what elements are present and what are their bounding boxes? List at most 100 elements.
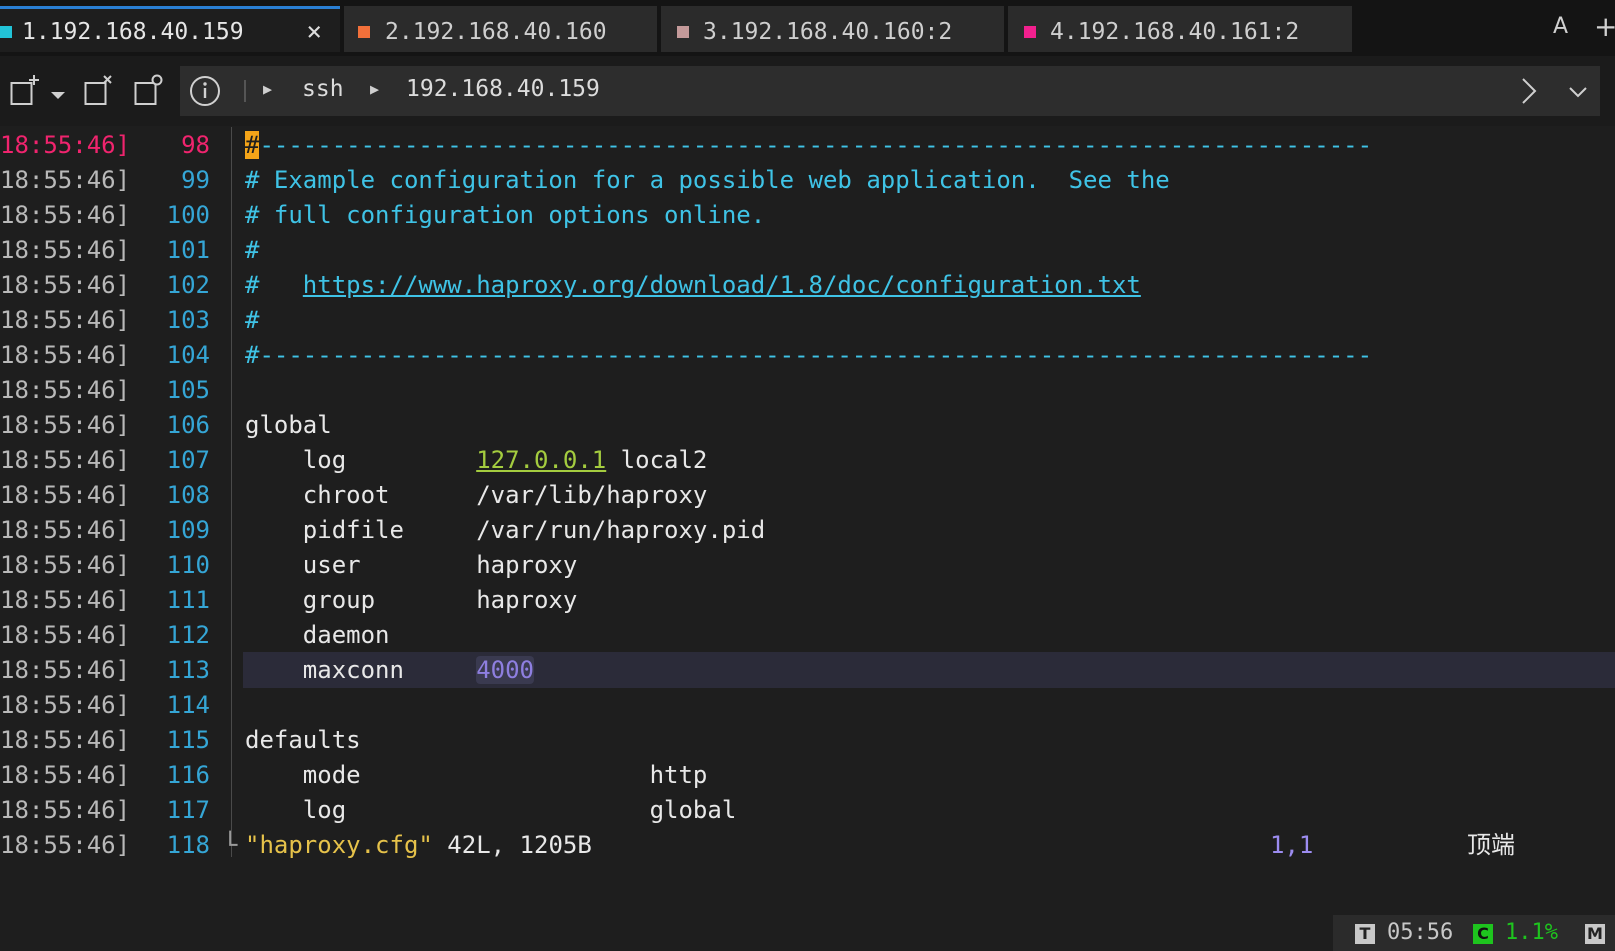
terminal-line: 18:55:46] 111 group haproxy — [0, 582, 1615, 618]
timestamp: 18:55:46] — [0, 726, 131, 754]
tab-label: 1.192.168.40.159 — [22, 19, 244, 45]
comment-text: # Example configuration for a possible w… — [245, 166, 1170, 194]
timestamp: 18:55:46] — [0, 831, 131, 859]
line-number: 103 — [166, 306, 210, 334]
text-cursor: # — [245, 131, 260, 159]
config-text: user haproxy — [245, 551, 578, 579]
tab-session-2[interactable]: 2.192.168.40.160 — [344, 6, 657, 52]
scroll-indicator: 顶端 — [1467, 831, 1515, 859]
terminal-line: 18:55:46] 108 chroot /var/lib/haproxy — [0, 477, 1615, 513]
line-number: 99 — [181, 166, 210, 194]
line-number: 104 — [166, 341, 210, 369]
close-session-icon[interactable] — [84, 74, 114, 110]
address-bar[interactable]: ▶ ssh ▶ 192.168.40.159 — [180, 66, 1600, 116]
dropdown-icon[interactable] — [50, 86, 66, 105]
close-icon[interactable]: × — [306, 9, 322, 55]
terminal-line: 18:55:46] 116 mode http — [0, 757, 1615, 793]
line-content: #---------------------------------------… — [245, 337, 1372, 373]
line-content: maxconn 4000 — [245, 652, 534, 688]
add-tab-button[interactable]: + — [1594, 10, 1615, 43]
breadcrumb-host[interactable]: 192.168.40.159 — [406, 76, 600, 102]
line-content: # full configuration options online. — [245, 197, 765, 233]
comment-text: # — [245, 271, 303, 299]
session-settings-icon[interactable] — [134, 74, 164, 110]
config-text: mode http — [245, 761, 708, 789]
line-number: 108 — [166, 481, 210, 509]
timestamp: 18:55:46] — [0, 621, 131, 649]
ip-address: 127.0.0.1 — [476, 446, 607, 474]
terminal-line: 18:55:46] 113 maxconn 4000 — [0, 652, 1615, 688]
tab-label: 2.192.168.40.160 — [385, 19, 607, 45]
terminal-line: 18:55:46] 118 └ "haproxy.cfg" 42L, 1205B 1,1… — [0, 827, 1615, 863]
line-content: defaults — [245, 722, 361, 758]
comment-text: # — [245, 306, 260, 334]
line-number: 102 — [166, 271, 210, 299]
tab-session-4[interactable]: 4.192.168.40.161:2 — [1008, 6, 1352, 52]
line-number: 114 — [166, 691, 210, 719]
tab-color-marker — [358, 26, 370, 38]
timestamp: 18:55:46] — [0, 446, 131, 474]
terminal-line: 18:55:46] 112 daemon — [0, 617, 1615, 653]
terminal-line: 18:55:46] 114 — [0, 687, 1615, 723]
status-bar: T 05:56 C 1.1% M — [1333, 915, 1615, 951]
config-text: global — [245, 411, 332, 439]
terminal-line: 18:55:46] 103 # — [0, 302, 1615, 338]
info-icon[interactable] — [189, 75, 221, 111]
tab-bar: 1.192.168.40.159 × 2.192.168.40.160 3.19… — [0, 0, 1615, 56]
line-content: # Example configuration for a possible w… — [245, 162, 1170, 198]
config-text: group haproxy — [245, 586, 578, 614]
line-content: group haproxy — [245, 582, 578, 618]
c-badge: C — [1473, 924, 1493, 944]
config-key: log — [245, 446, 477, 474]
timestamp: 18:55:46] — [0, 411, 131, 439]
timestamp: 18:55:46] — [0, 166, 131, 194]
terminal-line: 18:55:46] 117 log global — [0, 792, 1615, 828]
numeric-value: 4000 — [476, 656, 534, 684]
font-settings-button[interactable]: A — [1553, 14, 1568, 39]
breadcrumb-arrow-icon: ▶ — [263, 80, 273, 98]
timestamp: 18:55:46] — [0, 201, 131, 229]
new-tab-icon[interactable] — [10, 74, 40, 110]
config-text: defaults — [245, 726, 361, 754]
clock-text: 05:56 — [1387, 920, 1454, 945]
breadcrumb-protocol[interactable]: ssh — [302, 76, 344, 102]
chevron-down-icon[interactable] — [1568, 84, 1588, 103]
timestamp: 18:55:46] — [0, 376, 131, 404]
forward-icon[interactable] — [1520, 77, 1538, 109]
line-content: global — [245, 407, 332, 443]
url-link[interactable]: https://www.haproxy.org/download/1.8/doc… — [303, 271, 1141, 299]
config-key: maxconn — [245, 656, 477, 684]
line-number: 107 — [166, 446, 210, 474]
terminal-line: 18:55:46] 101 # — [0, 232, 1615, 268]
terminal-line: 18:55:46] 107 log 127.0.0.1 local2 — [0, 442, 1615, 478]
separator — [244, 80, 246, 102]
line-content: log global — [245, 792, 736, 828]
tab-color-marker — [1024, 26, 1036, 38]
tab-color-marker — [0, 26, 12, 38]
line-content: log 127.0.0.1 local2 — [245, 442, 708, 478]
line-number: 117 — [166, 796, 210, 824]
tab-label: 3.192.168.40.160:2 — [703, 19, 953, 45]
timestamp: 18:55:46] — [0, 306, 131, 334]
tab-color-marker — [677, 26, 689, 38]
line-content: #---------------------------------------… — [245, 127, 1372, 163]
terminal-line: 18:55:46] 106 global — [0, 407, 1615, 443]
timestamp: 18:55:46] — [0, 236, 131, 264]
terminal-line: 18:55:46] 115 defaults — [0, 722, 1615, 758]
m-badge: M — [1585, 924, 1605, 944]
line-content: # — [245, 302, 259, 338]
comment-text: #---------------------------------------… — [245, 341, 1373, 369]
terminal-output[interactable]: 18:55:46] 98 #----------------------------… — [0, 127, 1615, 889]
tab-session-3[interactable]: 3.192.168.40.160:2 — [661, 6, 1004, 52]
terminal-line: 18:55:46] 100 # full configuration options… — [0, 197, 1615, 233]
line-content: # https://www.haproxy.org/download/1.8/d… — [245, 267, 1141, 303]
line-number: 105 — [166, 376, 210, 404]
line-content: chroot /var/lib/haproxy — [245, 477, 708, 513]
line-number: 115 — [166, 726, 210, 754]
line-number: 100 — [166, 201, 210, 229]
timestamp: 18:55:46] — [0, 481, 131, 509]
timestamp: 18:55:46] — [0, 516, 131, 544]
t-badge: T — [1355, 924, 1375, 944]
tab-session-1[interactable]: 1.192.168.40.159 × — [0, 6, 340, 52]
timestamp: 18:55:46] — [0, 271, 131, 299]
